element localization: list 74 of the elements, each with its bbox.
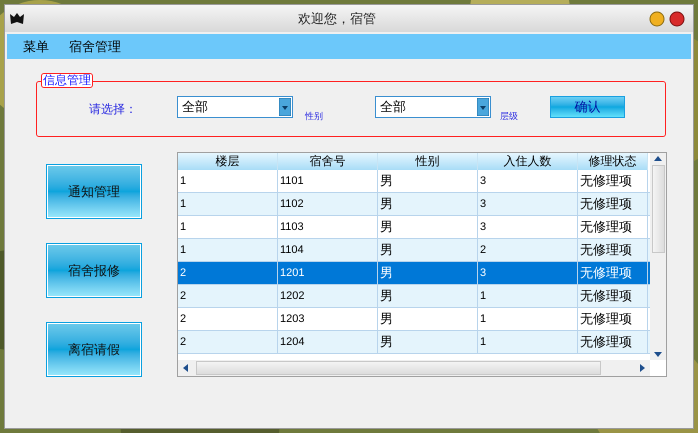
side-button[interactable]: 离宿请假 (46, 322, 142, 377)
menu-item[interactable]: 菜单 (23, 36, 49, 56)
column-header[interactable]: 修理状态 (578, 153, 648, 170)
table-cell: 1 (478, 308, 578, 330)
table-row[interactable]: 2 1203 男 1 无修理项 (178, 308, 650, 331)
dropdown[interactable]: 全部 (177, 96, 293, 118)
table-cell: 1202 (278, 285, 378, 307)
table-cell: 无修理项 (578, 216, 648, 238)
table-row[interactable]: 1 1102 男 3 无修理项 (178, 193, 650, 216)
select-prompt: 请选择： (89, 101, 138, 118)
column-header[interactable]: 楼层 (178, 153, 278, 170)
dropdown[interactable]: 全部 (375, 96, 491, 118)
dropdown-arrow-icon (279, 98, 291, 116)
table-cell: 无修理项 (578, 331, 648, 353)
table-cell: 男 (378, 170, 478, 192)
table-cell: 1 (178, 170, 278, 192)
table-row[interactable]: 1 1103 男 3 无修理项 (178, 216, 650, 239)
table-cell: 无修理项 (578, 193, 648, 215)
close-button[interactable] (669, 10, 685, 26)
column-header[interactable]: 入住人数 (478, 153, 578, 170)
column-header[interactable]: 宿舍号 (278, 153, 378, 170)
dropdown-arrow-icon (477, 98, 489, 116)
side-button[interactable]: 宿舍报修 (46, 243, 142, 298)
gender-label: 性别 (305, 110, 324, 123)
table-cell: 3 (478, 216, 578, 238)
table-cell: 1 (178, 193, 278, 215)
horizontal-scrollbar[interactable] (178, 360, 650, 376)
scroll-thumb[interactable] (196, 361, 601, 375)
table-cell: 1 (478, 285, 578, 307)
table-cell: 2 (178, 262, 278, 284)
group-title: 信息管理 (41, 73, 93, 88)
vertical-scrollbar[interactable] (650, 153, 666, 360)
table-cell: 1 (478, 331, 578, 353)
table-cell: 无修理项 (578, 239, 648, 261)
table-cell: 2 (178, 331, 278, 353)
table-cell: 1201 (278, 262, 378, 284)
table-cell: 3 (478, 170, 578, 192)
table-cell: 1 (178, 239, 278, 261)
table-cell: 男 (378, 331, 478, 353)
table-cell: 1102 (278, 193, 378, 215)
table-cell: 1204 (278, 331, 378, 353)
table-cell: 男 (378, 216, 478, 238)
table-cell: 男 (378, 193, 478, 215)
table-cell: 2 (478, 239, 578, 261)
table-row[interactable]: 1 1101 男 3 无修理项 (178, 170, 650, 193)
menu-item[interactable]: 宿舍管理 (69, 36, 121, 56)
minimize-button[interactable] (649, 10, 665, 26)
table-cell: 1104 (278, 239, 378, 261)
table-cell: 1203 (278, 308, 378, 330)
scroll-thumb[interactable] (652, 165, 664, 253)
table-cell: 男 (378, 285, 478, 307)
table-cell: 无修理项 (578, 262, 648, 284)
table-cell: 1103 (278, 216, 378, 238)
window-title: 欢迎您，宿管 (297, 10, 377, 28)
table-row[interactable]: 2 1202 男 1 无修理项 (178, 285, 650, 308)
table-cell: 无修理项 (578, 308, 648, 330)
table-cell: 1 (178, 216, 278, 238)
table-cell: 无修理项 (578, 170, 648, 192)
table-cell: 男 (378, 308, 478, 330)
table-cell: 2 (178, 308, 278, 330)
floor-label: 层级 (500, 110, 519, 123)
table-row[interactable]: 1 1104 男 2 无修理项 (178, 239, 650, 262)
table-cell: 无修理项 (578, 285, 648, 307)
confirm-button[interactable]: 确认 (550, 96, 625, 118)
column-header[interactable]: 性别 (378, 153, 478, 170)
table-cell: 1101 (278, 170, 378, 192)
table-cell: 男 (378, 262, 478, 284)
table-row[interactable]: 2 1201 男 3 无修理项 (178, 262, 650, 285)
table-cell: 男 (378, 239, 478, 261)
table-cell: 3 (478, 262, 578, 284)
table-cell: 2 (178, 285, 278, 307)
side-button[interactable]: 通知管理 (46, 164, 142, 219)
table-row[interactable]: 2 1204 男 1 无修理项 (178, 331, 650, 354)
table-cell: 3 (478, 193, 578, 215)
